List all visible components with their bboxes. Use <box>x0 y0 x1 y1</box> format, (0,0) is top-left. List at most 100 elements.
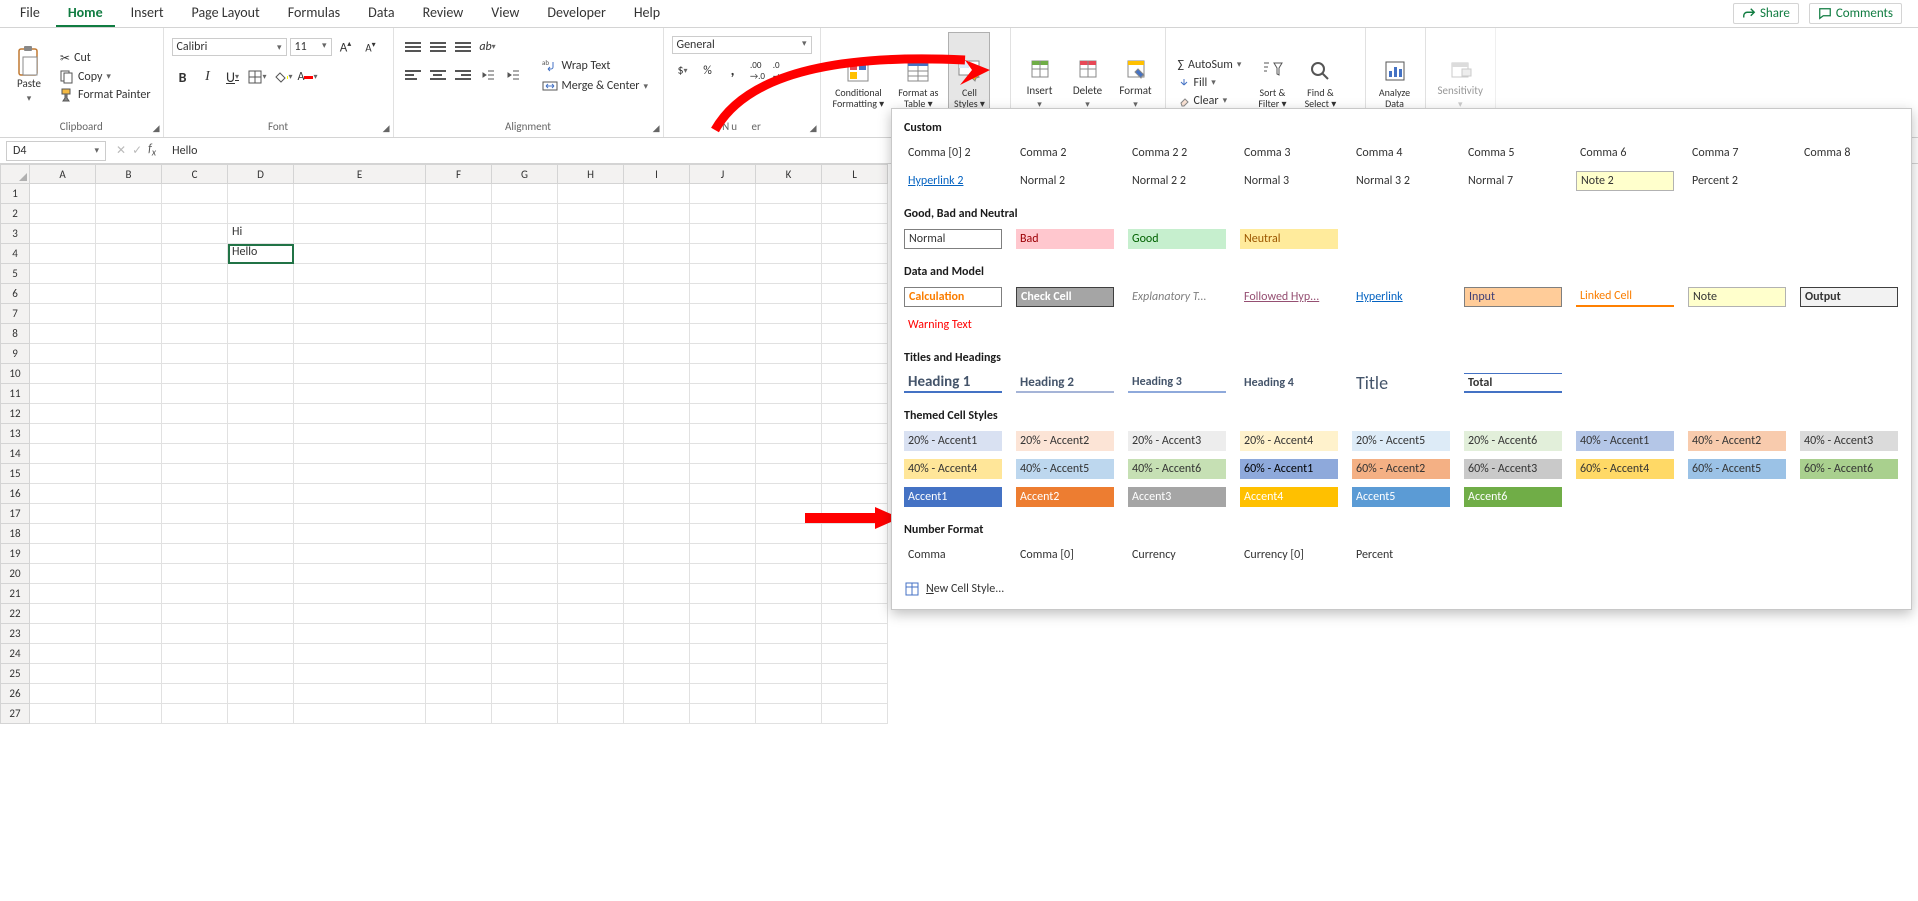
cell-J18[interactable] <box>690 524 756 544</box>
cell-H22[interactable] <box>558 604 624 624</box>
cell-D3[interactable]: Hi <box>228 224 294 244</box>
style-item[interactable]: Accent3 <box>1128 487 1226 507</box>
cell-G15[interactable] <box>492 464 558 484</box>
cell-L27[interactable] <box>822 704 888 724</box>
cell-A22[interactable] <box>30 604 96 624</box>
increase-font-button[interactable]: A▴ <box>335 36 357 58</box>
cell-A13[interactable] <box>30 424 96 444</box>
cell-I9[interactable] <box>624 344 690 364</box>
cell-I18[interactable] <box>624 524 690 544</box>
cell-L19[interactable] <box>822 544 888 564</box>
cell-D16[interactable] <box>228 484 294 504</box>
row-header[interactable]: 24 <box>0 644 30 664</box>
cell-K4[interactable] <box>756 244 822 264</box>
cell-I25[interactable] <box>624 664 690 684</box>
cell-L13[interactable] <box>822 424 888 444</box>
dialog-launcher-icon[interactable]: ◢ <box>653 123 660 134</box>
percent-button[interactable]: % <box>697 60 719 82</box>
cell-J8[interactable] <box>690 324 756 344</box>
cell-G27[interactable] <box>492 704 558 724</box>
style-item[interactable]: Comma 4 <box>1352 143 1450 163</box>
cell-B19[interactable] <box>96 544 162 564</box>
cell-A18[interactable] <box>30 524 96 544</box>
cell-J12[interactable] <box>690 404 756 424</box>
cell-A14[interactable] <box>30 444 96 464</box>
style-item[interactable]: Comma 3 <box>1240 143 1338 163</box>
cell-B9[interactable] <box>96 344 162 364</box>
cell-I24[interactable] <box>624 644 690 664</box>
cell-G14[interactable] <box>492 444 558 464</box>
cell-L15[interactable] <box>822 464 888 484</box>
style-item[interactable]: Accent1 <box>904 487 1002 507</box>
cell-E5[interactable] <box>294 264 426 284</box>
row-header[interactable]: 20 <box>0 564 30 584</box>
style-item[interactable]: Normal 3 <box>1240 171 1338 191</box>
style-item[interactable]: Note 2 <box>1576 171 1674 191</box>
cell-A3[interactable] <box>30 224 96 244</box>
style-item[interactable]: 20% - Accent3 <box>1128 431 1226 451</box>
cell-J19[interactable] <box>690 544 756 564</box>
cell-F13[interactable] <box>426 424 492 444</box>
dialog-launcher-icon[interactable]: ◢ <box>383 123 390 134</box>
cell-C23[interactable] <box>162 624 228 644</box>
cell-L21[interactable] <box>822 584 888 604</box>
tab-developer[interactable]: Developer <box>535 0 617 27</box>
row-header[interactable]: 1 <box>0 184 30 204</box>
align-bottom-button[interactable] <box>452 36 474 58</box>
cell-E12[interactable] <box>294 404 426 424</box>
tab-home[interactable]: Home <box>56 0 115 27</box>
cell-C6[interactable] <box>162 284 228 304</box>
cell-H13[interactable] <box>558 424 624 444</box>
cell-C1[interactable] <box>162 184 228 204</box>
cell-E7[interactable] <box>294 304 426 324</box>
cell-G23[interactable] <box>492 624 558 644</box>
style-item[interactable]: Good <box>1128 229 1226 249</box>
cell-D14[interactable] <box>228 444 294 464</box>
cell-G4[interactable] <box>492 244 558 264</box>
cell-L26[interactable] <box>822 684 888 704</box>
row-header[interactable]: 21 <box>0 584 30 604</box>
decrease-decimal-button[interactable]: .0→.00 <box>772 60 794 82</box>
cell-E13[interactable] <box>294 424 426 444</box>
cell-F3[interactable] <box>426 224 492 244</box>
cell-I2[interactable] <box>624 204 690 224</box>
column-header[interactable]: E <box>294 164 426 184</box>
cell-F1[interactable] <box>426 184 492 204</box>
cell-A21[interactable] <box>30 584 96 604</box>
row-header[interactable]: 9 <box>0 344 30 364</box>
style-item[interactable]: Percent 2 <box>1688 171 1786 191</box>
wrap-text-button[interactable]: ab Wrap Text <box>538 57 653 75</box>
cell-D11[interactable] <box>228 384 294 404</box>
cell-J6[interactable] <box>690 284 756 304</box>
cell-B14[interactable] <box>96 444 162 464</box>
cell-D8[interactable] <box>228 324 294 344</box>
cell-C16[interactable] <box>162 484 228 504</box>
merge-center-button[interactable]: Merge & Center ▾ <box>538 77 653 95</box>
cell-A4[interactable] <box>30 244 96 264</box>
column-header[interactable]: F <box>426 164 492 184</box>
row-header[interactable]: 5 <box>0 264 30 284</box>
cell-C24[interactable] <box>162 644 228 664</box>
orientation-button[interactable]: ab▾ <box>477 36 499 58</box>
cell-G1[interactable] <box>492 184 558 204</box>
cell-F27[interactable] <box>426 704 492 724</box>
cell-I22[interactable] <box>624 604 690 624</box>
cell-K1[interactable] <box>756 184 822 204</box>
cell-G19[interactable] <box>492 544 558 564</box>
cell-H21[interactable] <box>558 584 624 604</box>
cell-C10[interactable] <box>162 364 228 384</box>
cell-D19[interactable] <box>228 544 294 564</box>
cell-E18[interactable] <box>294 524 426 544</box>
style-item[interactable]: 20% - Accent4 <box>1240 431 1338 451</box>
cell-H6[interactable] <box>558 284 624 304</box>
style-item[interactable]: Note <box>1688 287 1786 307</box>
style-item[interactable]: Normal 3 2 <box>1352 171 1450 191</box>
cell-A15[interactable] <box>30 464 96 484</box>
row-header[interactable]: 2 <box>0 204 30 224</box>
cell-C18[interactable] <box>162 524 228 544</box>
cell-G3[interactable] <box>492 224 558 244</box>
cell-H9[interactable] <box>558 344 624 364</box>
cell-F12[interactable] <box>426 404 492 424</box>
cell-A17[interactable] <box>30 504 96 524</box>
cell-F4[interactable] <box>426 244 492 264</box>
